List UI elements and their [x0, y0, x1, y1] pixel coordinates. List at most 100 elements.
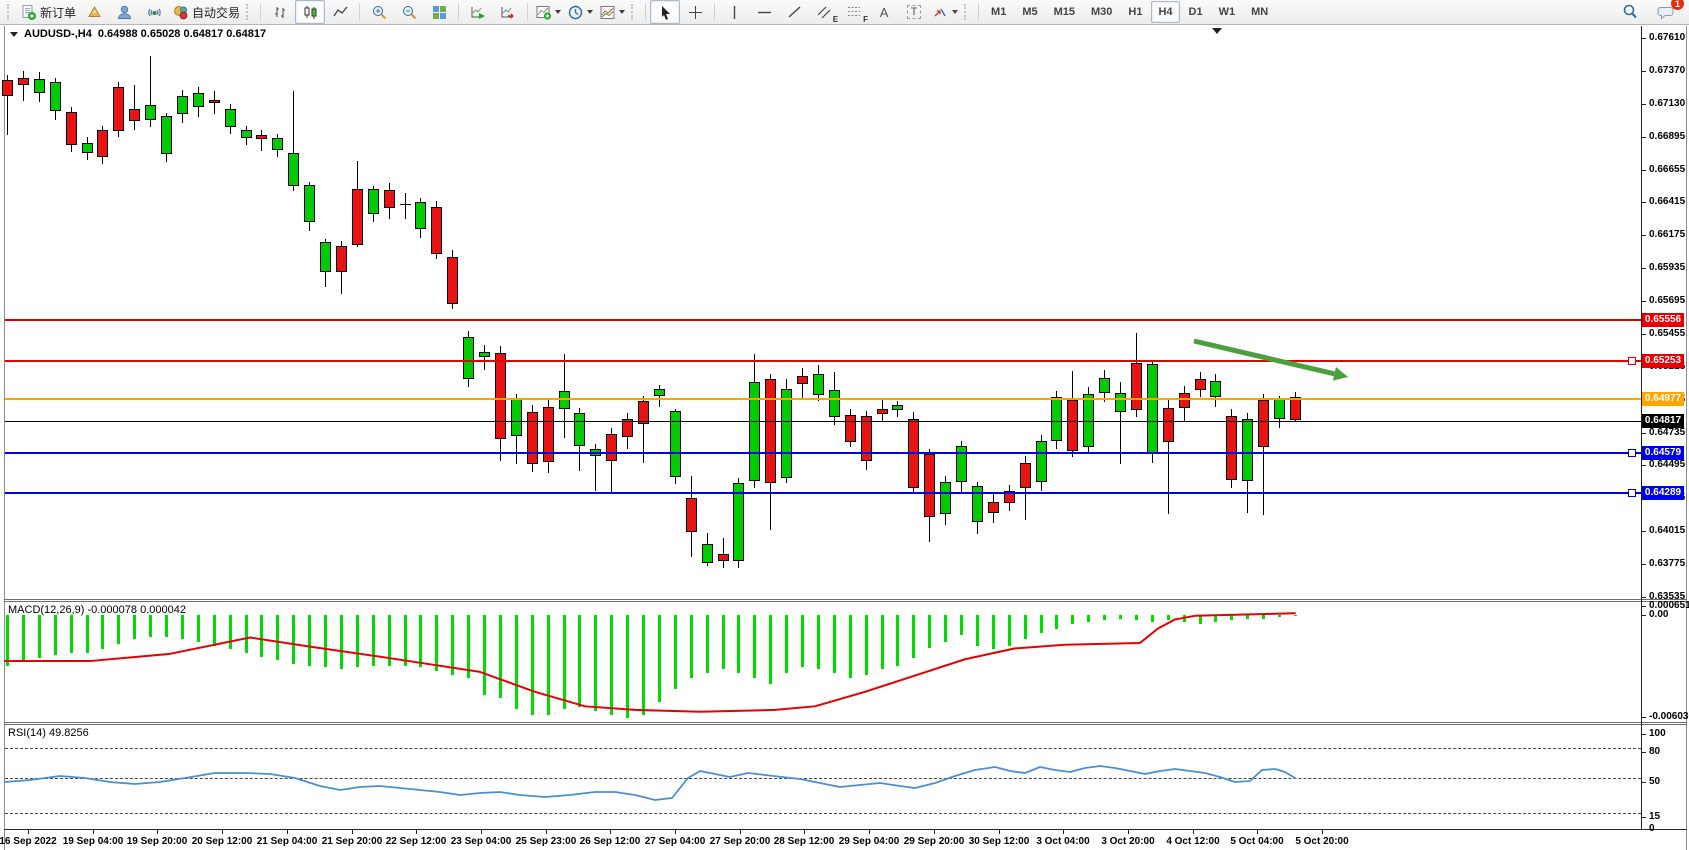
gold-icon — [86, 4, 103, 21]
indicators-button[interactable] — [532, 0, 564, 24]
text-label-button[interactable]: T — [899, 0, 929, 24]
vertical-line-button[interactable] — [719, 0, 749, 24]
trend-arrow-line[interactable] — [1194, 341, 1334, 374]
macd-histogram-bar — [944, 615, 947, 642]
chart-shift-marker[interactable] — [1212, 28, 1222, 34]
macd-axis-tick — [1641, 717, 1646, 718]
channel-icon — [816, 4, 833, 21]
crosshair-button[interactable] — [680, 0, 710, 24]
price-axis-tick — [1641, 137, 1646, 138]
chart-shift-icon — [499, 4, 517, 21]
price-axis-label: 0.66655 — [1649, 164, 1685, 175]
price-axis-tick — [1641, 334, 1646, 335]
macd-histogram-bar — [928, 615, 931, 648]
date-axis-label: 23 Sep 04:00 — [451, 836, 512, 847]
periods-button[interactable] — [564, 0, 596, 24]
fibonacci-button[interactable]: F — [839, 0, 869, 24]
timeframe-button-h4[interactable]: H4 — [1151, 1, 1179, 23]
template-icon — [599, 4, 616, 21]
timeframe-button-h1[interactable]: H1 — [1121, 1, 1149, 23]
timeframe-button-m5[interactable]: M5 — [1015, 1, 1044, 23]
horizontal-line-0.65253[interactable] — [5, 360, 1641, 362]
bar-chart-button[interactable] — [265, 0, 295, 24]
rsi-axis-label: 0 — [1649, 823, 1655, 834]
macd-histogram-bar — [372, 615, 375, 666]
horizontal-line-0.64579[interactable] — [5, 452, 1641, 454]
gold-icon-button[interactable] — [79, 0, 109, 24]
date-axis-label: 20 Sep 12:00 — [192, 836, 253, 847]
tile-windows-button[interactable] — [424, 0, 454, 24]
text-label-icon: T — [907, 5, 922, 19]
toolbar-grip — [246, 4, 253, 20]
line-chart-button[interactable] — [325, 0, 355, 24]
notifications-button[interactable]: 1 — [1651, 0, 1681, 24]
candle-body — [765, 379, 776, 483]
zoom-out-button[interactable] — [394, 0, 424, 24]
new-order-button[interactable]: 新订单 — [17, 0, 79, 24]
chart-shift-button[interactable] — [493, 0, 523, 24]
arrows-button[interactable] — [929, 0, 961, 24]
timeframe-button-m15[interactable]: M15 — [1047, 1, 1082, 23]
price-badge: 0.64579 — [1642, 446, 1684, 460]
candle-body — [829, 390, 840, 417]
cursor-button[interactable] — [650, 0, 680, 24]
zoom-in-icon — [371, 4, 388, 21]
signals-icon-button[interactable] — [139, 0, 169, 24]
rsi-axis-tick — [1641, 752, 1646, 753]
macd-histogram-bar — [54, 615, 57, 655]
horizontal-line-button[interactable] — [749, 0, 779, 24]
search-button[interactable] — [1615, 0, 1645, 24]
candle-body — [781, 389, 792, 478]
price-axis-label: 0.65935 — [1649, 262, 1685, 273]
macd-histogram-bar — [435, 615, 438, 671]
terminal-icon-button[interactable] — [109, 0, 139, 24]
timeframe-button-mn[interactable]: MN — [1244, 1, 1275, 23]
date-axis-tick — [1128, 830, 1129, 834]
price-axis-label: 0.67610 — [1649, 32, 1685, 43]
horizontal-line-0.64289[interactable] — [5, 492, 1641, 494]
macd-histogram-bar — [865, 615, 868, 675]
macd-histogram-bar — [722, 615, 725, 669]
templates-button[interactable] — [596, 0, 628, 24]
auto-scroll-button[interactable] — [463, 0, 493, 24]
horizontal-line-0.64977[interactable] — [5, 398, 1641, 400]
timeframe-button-w1[interactable]: W1 — [1212, 1, 1243, 23]
macd-histogram-bar — [706, 615, 709, 673]
price-badge: 0.64289 — [1642, 486, 1684, 500]
macd-histogram-bar — [1230, 615, 1233, 620]
text-button[interactable]: A — [869, 0, 899, 24]
rsi-axis-tick — [1641, 829, 1646, 830]
line-drag-handle[interactable] — [1628, 357, 1636, 365]
macd-histogram-bar — [578, 615, 581, 707]
chevron-down-icon — [587, 10, 593, 14]
timeframe-button-d1[interactable]: D1 — [1182, 1, 1210, 23]
auto-scroll-icon — [469, 4, 487, 21]
macd-histogram-bar — [1294, 615, 1297, 616]
chart-dropdown-icon[interactable] — [10, 32, 18, 37]
candlestick-chart-button[interactable] — [295, 0, 325, 24]
equidistant-channel-button[interactable]: E — [809, 0, 839, 24]
window-border-right — [1686, 26, 1687, 850]
macd-histogram-bar — [467, 615, 470, 678]
candle-body — [924, 454, 935, 517]
line-drag-handle[interactable] — [1628, 449, 1636, 457]
line-drag-handle[interactable] — [1628, 489, 1636, 497]
horizontal-line-0.64817[interactable] — [5, 421, 1641, 422]
horizontal-line-0.65556[interactable] — [5, 319, 1641, 321]
macd-histogram-bar — [133, 615, 136, 639]
trend-arrow-head[interactable] — [1333, 367, 1348, 381]
timeframe-button-m30[interactable]: M30 — [1084, 1, 1119, 23]
zoom-in-button[interactable] — [364, 0, 394, 24]
auto-trading-button[interactable]: 自动交易 — [169, 0, 243, 24]
toolbar: 新订单 自动交易 — [0, 0, 1689, 25]
candle-body — [1067, 400, 1078, 451]
candle-body — [256, 135, 267, 139]
macd-histogram-bar — [483, 615, 486, 695]
macd-histogram-bar — [260, 615, 263, 657]
price-axis-label: 0.67370 — [1649, 65, 1685, 76]
trendline-button[interactable] — [779, 0, 809, 24]
date-axis-label: 4 Oct 12:00 — [1166, 836, 1219, 847]
pane-separator — [4, 724, 1687, 725]
price-axis-label: 0.65695 — [1649, 295, 1685, 306]
timeframe-button-m1[interactable]: M1 — [984, 1, 1013, 23]
